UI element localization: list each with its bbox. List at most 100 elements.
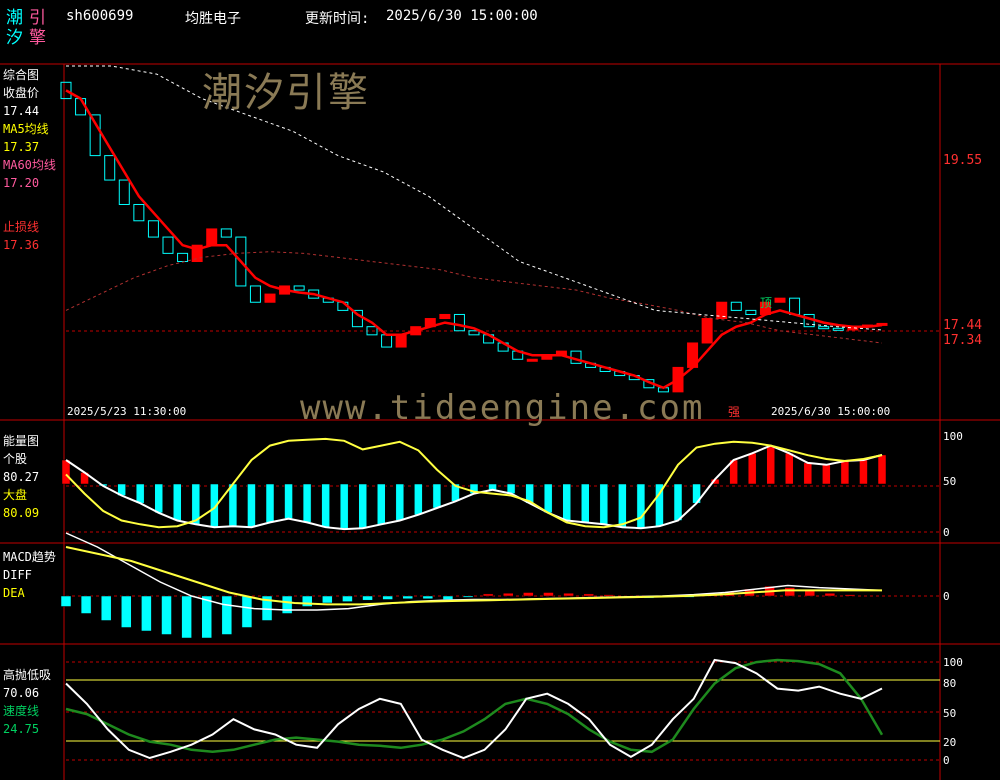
dea-label: DEA xyxy=(3,586,25,600)
macd-bar xyxy=(583,593,594,597)
price-label-close: 17.44 xyxy=(943,318,983,333)
osc-scale-20: 20 xyxy=(943,736,957,749)
energy-bar xyxy=(265,483,275,523)
osc-plot xyxy=(65,658,884,760)
market-value: 80.09 xyxy=(3,506,40,520)
macd-bar xyxy=(80,595,92,614)
candle xyxy=(249,285,261,303)
energy-bar xyxy=(321,483,330,528)
candle xyxy=(133,203,145,222)
energy-scale-50: 50 xyxy=(943,475,957,488)
energy-bar xyxy=(339,483,349,530)
macd-bar xyxy=(503,592,514,597)
osc-scale-0: 0 xyxy=(943,754,950,767)
date-end: 2025/6/30 15:00:00 xyxy=(771,405,891,418)
macd-bar xyxy=(482,593,494,597)
energy-bar xyxy=(840,460,850,485)
panel-title: MACD趋势 xyxy=(3,550,56,564)
energy-bar xyxy=(581,483,590,523)
market-label: 大盘 xyxy=(3,488,28,502)
stop-loss-legend: 止损线 17.36 xyxy=(3,218,39,254)
energy-bar xyxy=(358,483,367,529)
candle xyxy=(118,179,130,205)
osc-panel-legend: 高抛低吸 70.06 速度线 24.75 xyxy=(3,666,51,738)
macd-bar xyxy=(221,595,233,635)
energy-bar xyxy=(432,483,442,509)
energy-bar xyxy=(877,454,887,485)
stock-value: 80.27 xyxy=(3,470,40,484)
macd-scale-0: 0 xyxy=(943,590,950,603)
mark-strong: 强 xyxy=(728,405,741,419)
panel-title: 高抛低吸 xyxy=(3,668,52,682)
energy-bar xyxy=(414,483,423,515)
energy-bar xyxy=(859,459,868,485)
energy-bar xyxy=(766,445,775,485)
speed-line xyxy=(65,658,884,754)
date-start: 2025/5/23 11:30:00 xyxy=(67,405,187,418)
stop-label: 止损线 xyxy=(3,220,40,234)
macd-bar xyxy=(422,595,434,600)
macd-bar xyxy=(342,595,353,602)
energy-bar xyxy=(284,483,293,519)
macd-bar xyxy=(201,595,212,639)
energy-bar xyxy=(803,462,813,485)
candle xyxy=(177,252,189,263)
energy-bar xyxy=(785,453,794,485)
main-plot xyxy=(60,65,888,393)
close-value: 17.44 xyxy=(3,104,40,118)
candle xyxy=(701,318,713,344)
macd-bar xyxy=(824,592,836,597)
macd-bar xyxy=(563,592,574,597)
candle xyxy=(832,327,844,331)
energy-bar xyxy=(395,483,405,521)
macd-bar xyxy=(844,594,856,597)
energy-bar xyxy=(618,483,627,528)
energy-bar xyxy=(247,483,256,528)
energy-bar xyxy=(822,464,831,485)
price-label-high: 19.55 xyxy=(943,153,983,168)
macd-bar xyxy=(442,595,454,600)
candle xyxy=(453,313,465,332)
panel-title: 能量图 xyxy=(3,434,40,448)
macd-bar xyxy=(462,595,474,598)
energy-market-line xyxy=(65,437,883,529)
osc-scale-100: 100 xyxy=(943,656,963,669)
energy-bar xyxy=(673,483,683,521)
speed-value: 24.75 xyxy=(3,722,40,736)
candle xyxy=(381,334,393,348)
speed-label: 速度线 xyxy=(3,704,40,718)
candle xyxy=(774,297,786,303)
energy-bar xyxy=(173,483,182,521)
macd-bar xyxy=(382,595,393,600)
candle xyxy=(293,285,305,291)
osc-line xyxy=(65,658,883,760)
candle xyxy=(162,236,174,254)
main-panel-legend: 综合图 收盘价 17.44 MA5均线 17.37 MA60均线 17.20 xyxy=(3,66,56,192)
energy-scale-0: 0 xyxy=(943,526,950,539)
osc-value: 70.06 xyxy=(3,686,40,700)
stop-loss-line xyxy=(66,65,883,331)
watermark-url: www.tideengine.com xyxy=(300,388,705,428)
ma5-value: 17.37 xyxy=(3,140,40,154)
candle xyxy=(395,334,407,348)
candle xyxy=(439,313,451,320)
candle xyxy=(789,297,801,315)
candle xyxy=(730,301,742,311)
candle xyxy=(526,358,538,362)
energy-plot xyxy=(61,437,887,531)
mark-top: 顶 xyxy=(760,296,773,310)
macd-bar xyxy=(362,595,373,601)
candle xyxy=(818,326,830,330)
candle xyxy=(264,293,276,303)
energy-bar xyxy=(543,483,553,514)
energy-bar xyxy=(135,483,145,504)
candle xyxy=(104,155,116,181)
macd-bar xyxy=(100,595,112,621)
stop-value: 17.36 xyxy=(3,238,40,252)
candle xyxy=(745,309,757,315)
energy-bar xyxy=(377,483,386,525)
macd-bar xyxy=(121,595,132,628)
ma5-label: MA5均线 xyxy=(3,122,49,136)
panel-title: 综合图 xyxy=(3,68,40,82)
ma5-line xyxy=(65,89,883,390)
